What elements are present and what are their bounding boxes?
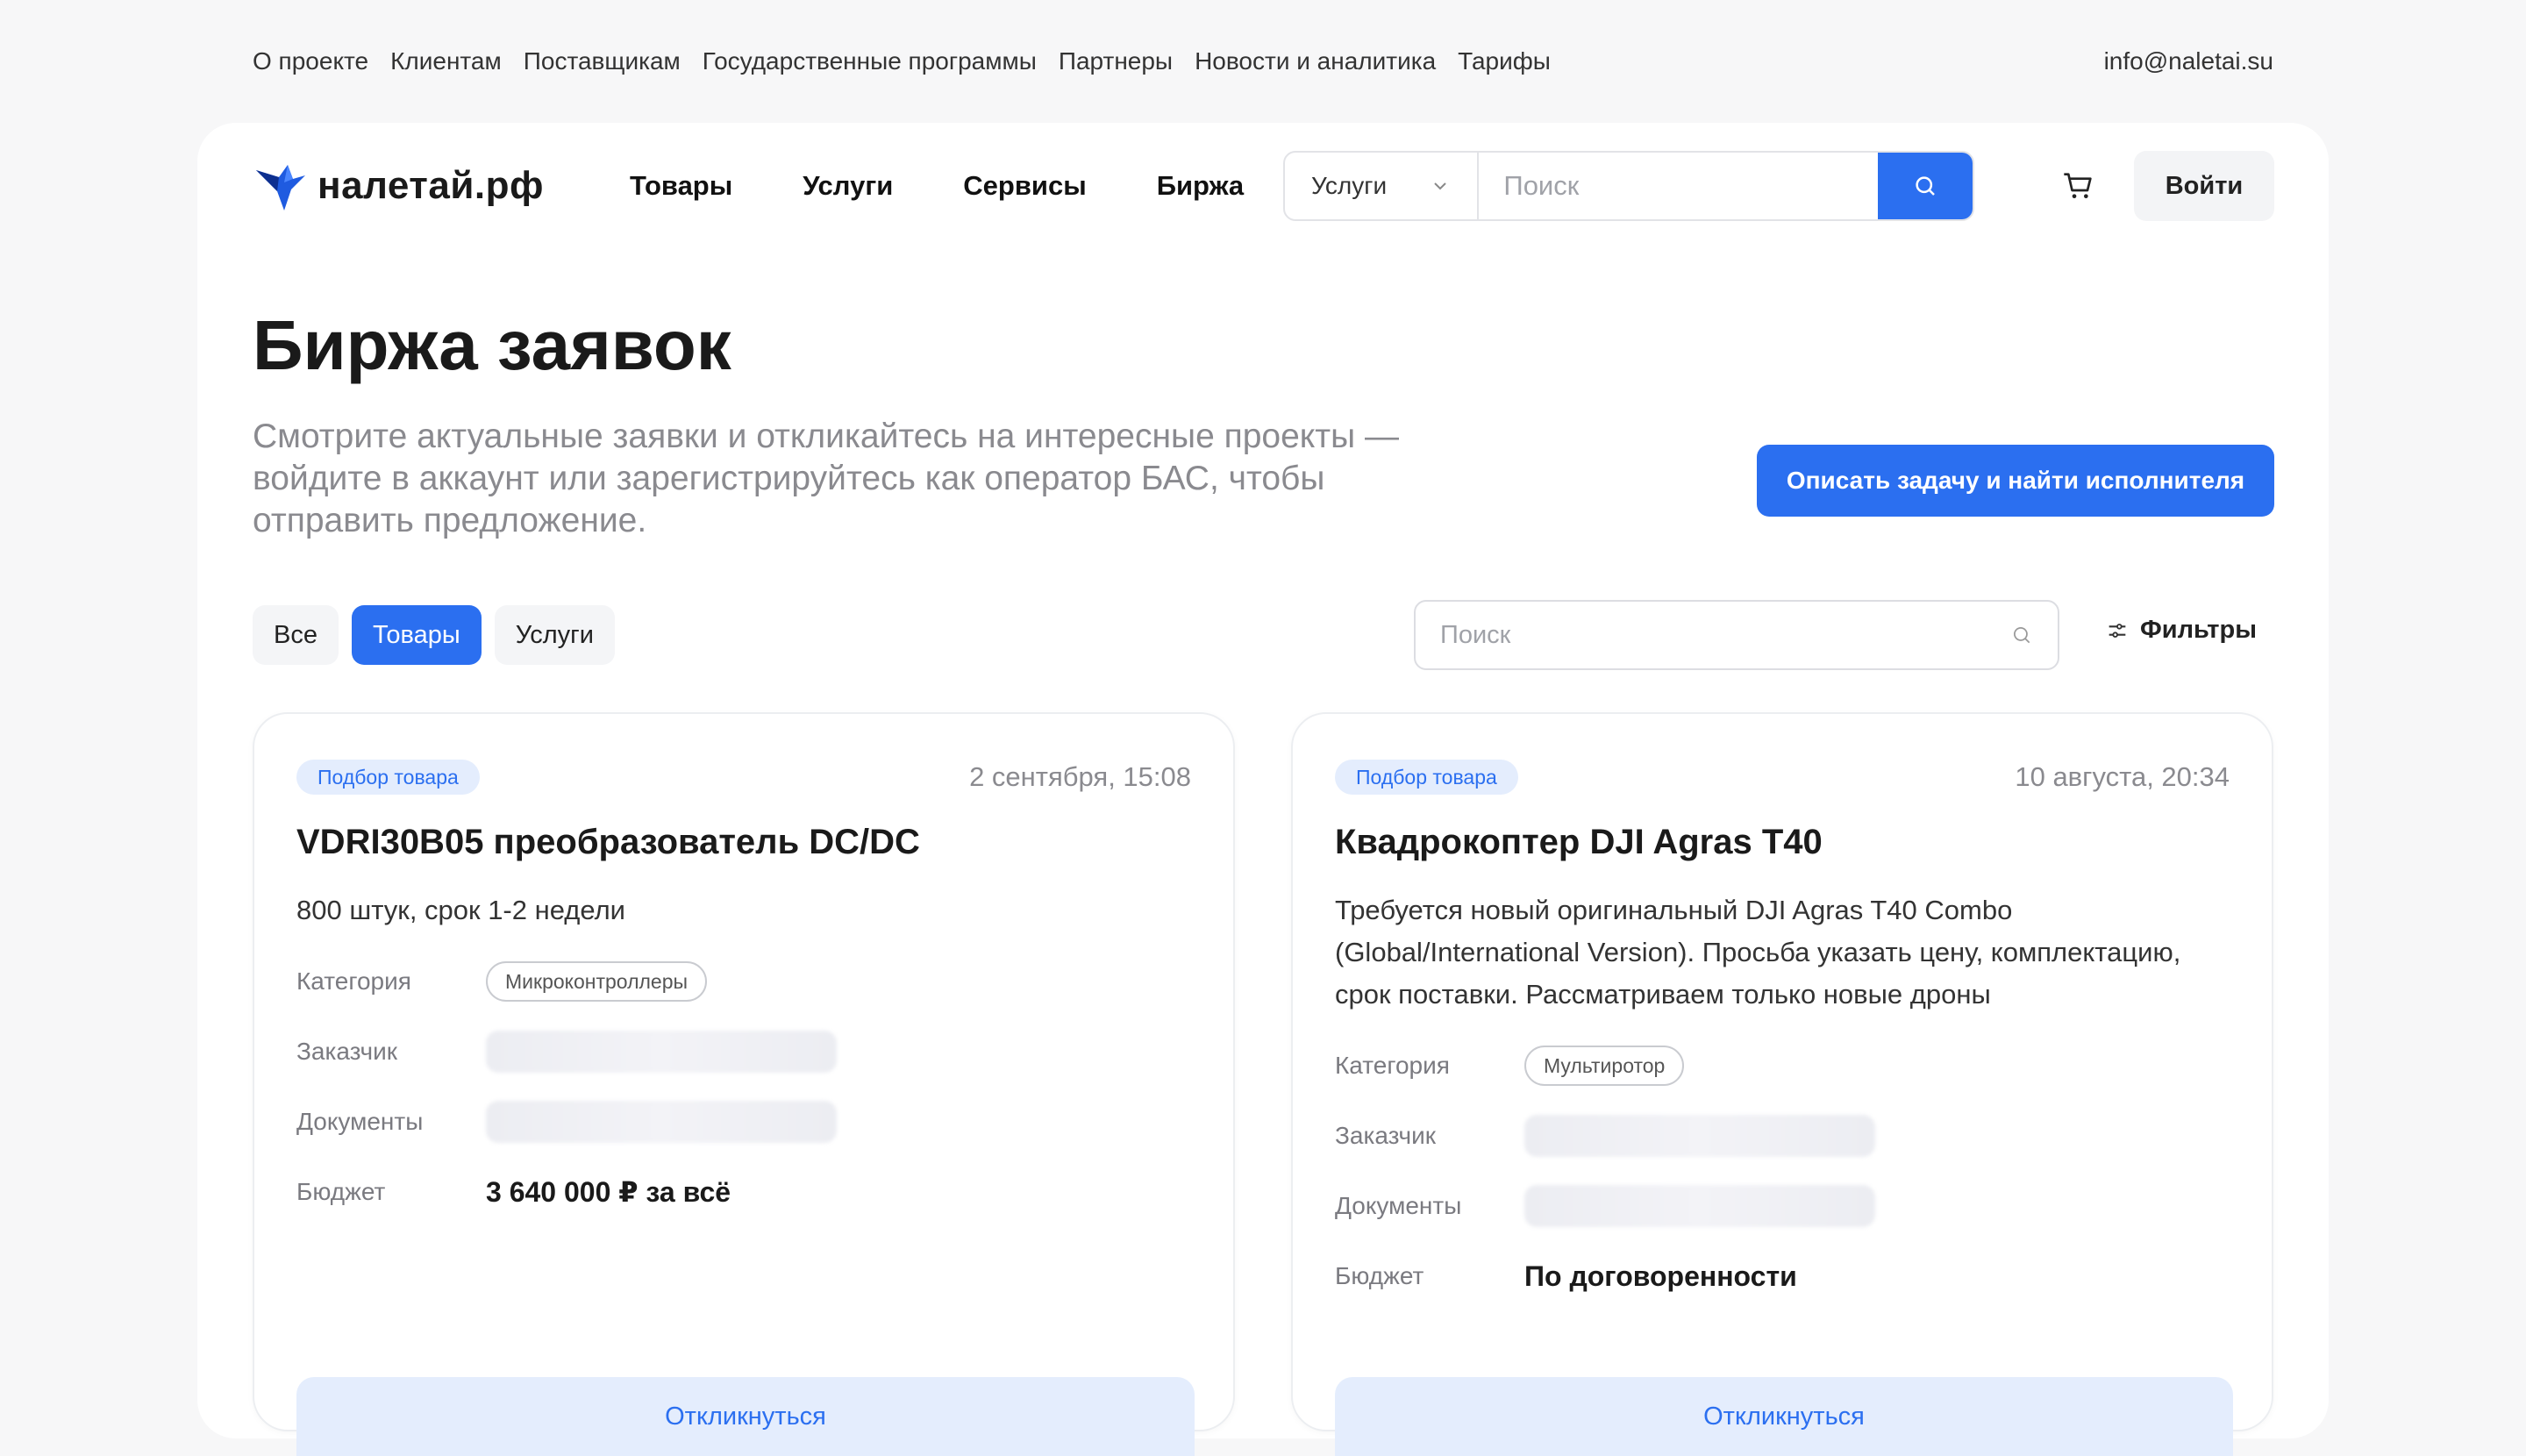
sliders-icon [2109,623,2126,638]
request-card: Подбор товара 10 августа, 20:34 Квадроко… [1291,712,2273,1456]
search-category-value: Услуги [1311,172,1388,199]
logo-text: налетай.рф [318,164,544,207]
top-link-tariffs[interactable]: Тарифы [1458,47,1551,75]
nav-goods[interactable]: Товары [630,170,732,202]
budget-value: По договоренности [1524,1260,1797,1292]
budget-label: Бюджет [1335,1262,1424,1289]
documents-blurred [1524,1185,1875,1227]
contact-email[interactable]: info@naletai.su [2104,47,2273,75]
logo-bird-icon [256,165,305,211]
login-button[interactable]: Войти [2134,151,2274,221]
documents-row: Документы [1335,1184,2233,1228]
card-date: 2 сентября, 15:08 [969,761,1191,792]
budget-row: Бюджет 3 640 000 ₽ за всё [296,1170,1195,1214]
customer-row: Заказчик [1335,1114,2233,1158]
customer-label: Заказчик [296,1038,397,1065]
cart-icon[interactable] [2061,168,2096,203]
category-row: Категория Мультиротор [1335,1044,2233,1088]
page-title: Биржа заявок [253,306,731,384]
filters-label: Фильтры [2140,616,2257,644]
top-links: О проекте Клиентам Поставщикам Государст… [253,47,1551,75]
documents-label: Документы [296,1108,424,1135]
filters-button[interactable]: Фильтры [2105,616,2257,645]
search-category-select[interactable]: Услуги [1285,153,1480,219]
request-card: Подбор товара 2 сентября, 15:08 VDRI30B0… [253,712,1235,1456]
main-navigation: Товары Услуги Сервисы Биржа [630,170,1244,202]
header-search-input[interactable] [1479,153,1879,219]
customer-row: Заказчик [296,1030,1195,1074]
page-subtitle: Смотрите актуальные заявки и откликайтес… [253,418,1400,539]
tab-goods[interactable]: Товары [351,605,482,665]
tab-all[interactable]: Все [253,605,339,665]
top-navigation: О проекте Клиентам Поставщикам Государст… [253,44,2273,79]
tab-services[interactable]: Услуги [494,605,615,665]
documents-blurred [486,1101,837,1143]
customer-blurred [486,1031,837,1073]
card-details: Категория Мультиротор Заказчик Документы… [1335,1044,2233,1324]
respond-button[interactable]: Откликнуться [296,1377,1195,1456]
nav-exchange[interactable]: Биржа [1157,170,1244,202]
category-chip: Микроконтроллеры [486,961,708,1002]
logo[interactable]: налетай.рф [253,158,586,214]
describe-task-button[interactable]: Описать задачу и найти исполнителя [1757,445,2274,517]
category-label: Категория [1335,1052,1450,1079]
customer-blurred [1524,1115,1875,1157]
nav-services[interactable]: Услуги [803,170,893,202]
budget-row: Бюджет По договоренности [1335,1254,2233,1298]
documents-label: Документы [1335,1192,1462,1219]
search-button[interactable] [1878,153,1973,219]
list-search [1414,600,2059,670]
budget-label: Бюджет [296,1178,386,1205]
budget-value: 3 640 000 ₽ за всё [486,1176,731,1208]
category-row: Категория Микроконтроллеры [296,960,1195,1003]
top-link-partners[interactable]: Партнеры [1059,47,1173,75]
list-search-input[interactable] [1440,620,2010,650]
card-badge: Подбор товара [1335,760,1518,795]
card-description: Требуется новый оригинальный DJI Agras T… [1335,895,2181,1010]
card-title[interactable]: Квадрокоптер DJI Agras T40 [1335,823,1823,862]
category-label: Категория [296,967,411,995]
search-icon [1916,176,1936,196]
customer-label: Заказчик [1335,1122,1436,1149]
card-title[interactable]: VDRI30B05 преобразователь DC/DC [296,823,920,862]
card-description: 800 штук, срок 1-2 недели [296,895,625,925]
nav-tools[interactable]: Сервисы [963,170,1086,202]
respond-button[interactable]: Откликнуться [1335,1377,2233,1456]
card-badge: Подбор товара [296,760,480,795]
category-chip: Мультиротор [1524,1046,1685,1086]
header-search: Услуги [1283,151,1974,221]
card-date: 10 августа, 20:34 [2015,761,2230,792]
card-details: Категория Микроконтроллеры Заказчик Доку… [296,960,1195,1240]
top-link-gov-programs[interactable]: Государственные программы [703,47,1037,75]
category-tabs: Все Товары Услуги [253,605,615,665]
chevron-down-icon [1434,182,1447,190]
search-icon [2014,627,2030,644]
top-link-clients[interactable]: Клиентам [390,47,502,75]
top-link-news[interactable]: Новости и аналитика [1195,47,1436,75]
documents-row: Документы [296,1100,1195,1144]
top-link-about[interactable]: О проекте [253,47,368,75]
top-link-suppliers[interactable]: Поставщикам [524,47,681,75]
